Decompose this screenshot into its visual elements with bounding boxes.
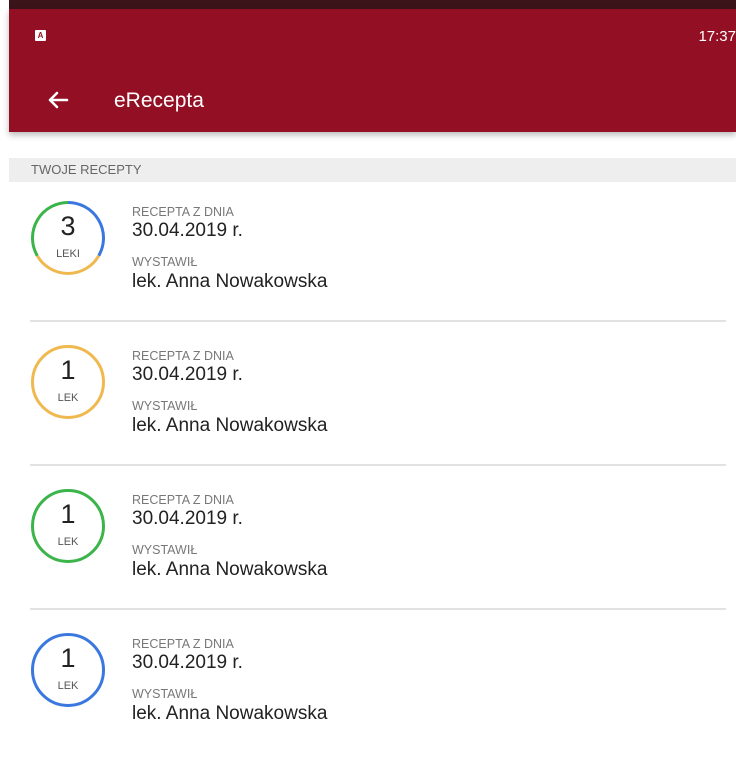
issuer-label: WYSTAWIŁ (132, 543, 198, 557)
page-title: eRecepta (114, 89, 204, 112)
medicine-count-ring: 1 LEK (31, 489, 105, 563)
divider (30, 464, 726, 466)
prescription-date: 30.04.2019 r. (132, 508, 243, 529)
section-header: TWOJE RECEPTY (9, 158, 736, 182)
date-label: RECEPTA Z DNIA (132, 493, 234, 507)
section-title: TWOJE RECEPTY (31, 162, 142, 177)
medicine-unit: LEKI (56, 248, 80, 260)
issuer-name: lek. Anna Nowakowska (132, 415, 328, 436)
issuer-name: lek. Anna Nowakowska (132, 559, 328, 580)
divider (30, 320, 726, 322)
prescription-date: 30.04.2019 r. (132, 364, 243, 385)
medicine-unit: LEK (57, 392, 79, 404)
issuer-name: lek. Anna Nowakowska (132, 703, 328, 724)
app-bar: A 17:37 eRecepta (9, 9, 736, 132)
prescription-item[interactable]: 3 LEKI RECEPTA Z DNIA 30.04.2019 r. WYST… (9, 186, 736, 329)
prescription-item[interactable]: 1 LEK RECEPTA Z DNIA 30.04.2019 r. WYSTA… (9, 474, 736, 617)
prescription-item[interactable]: 1 LEK RECEPTA Z DNIA 30.04.2019 r. WYSTA… (9, 618, 736, 761)
medicine-count: 1 (60, 643, 76, 673)
prescription-item[interactable]: 1 LEK RECEPTA Z DNIA 30.04.2019 r. WYSTA… (9, 330, 736, 473)
issuer-label: WYSTAWIŁ (132, 687, 198, 701)
medicine-unit: LEK (57, 680, 79, 692)
notification-badge-letter: A (37, 31, 44, 40)
medicine-count-ring: 1 LEK (31, 633, 105, 707)
status-time: 17:37 (698, 28, 736, 45)
issuer-label: WYSTAWIŁ (132, 399, 198, 413)
medicine-unit: LEK (57, 536, 79, 548)
screen-edge (0, 0, 9, 749)
prescription-date: 30.04.2019 r. (132, 220, 243, 241)
medicine-count-ring: 1 LEK (31, 345, 105, 419)
status-bar-background (0, 0, 736, 9)
divider (30, 608, 726, 610)
medicine-count: 3 (60, 211, 76, 241)
medicine-count-ring: 3 LEKI (31, 201, 105, 275)
arrow-left-icon (48, 91, 69, 109)
date-label: RECEPTA Z DNIA (132, 205, 234, 219)
date-label: RECEPTA Z DNIA (132, 349, 234, 363)
medicine-count: 1 (60, 355, 76, 385)
issuer-name: lek. Anna Nowakowska (132, 271, 328, 292)
issuer-label: WYSTAWIŁ (132, 255, 198, 269)
back-button[interactable] (43, 85, 73, 115)
medicine-count: 1 (60, 499, 76, 529)
notification-icon: A (35, 30, 46, 41)
date-label: RECEPTA Z DNIA (132, 637, 234, 651)
prescription-date: 30.04.2019 r. (132, 652, 243, 673)
